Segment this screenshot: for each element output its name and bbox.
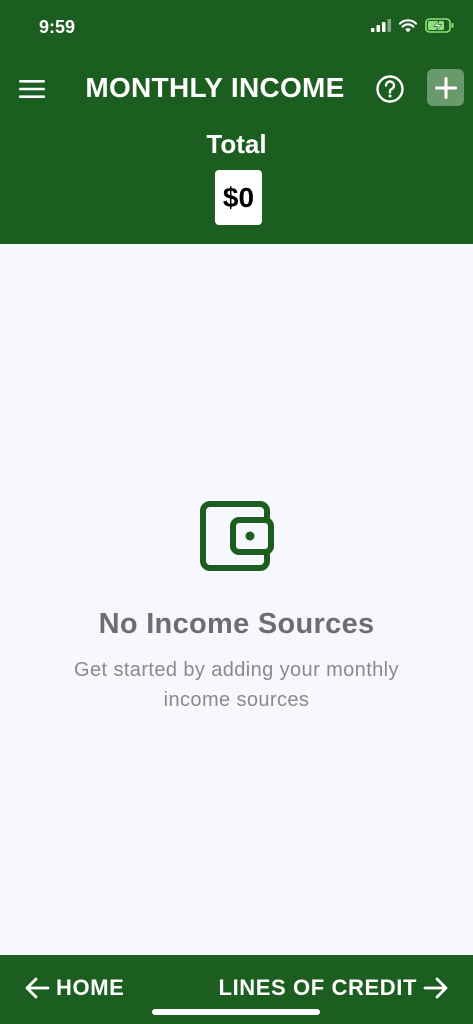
empty-state-title: No Income Sources	[98, 608, 375, 640]
cellular-signal-icon	[371, 19, 391, 32]
page-title: MONTHLY INCOME	[85, 72, 345, 103]
total-label: Total	[206, 129, 267, 159]
arrow-right-icon	[423, 977, 448, 999]
status-icons	[371, 18, 455, 33]
home-nav-label: HOME	[56, 975, 125, 1000]
toolbar: MONTHLY INCOME	[0, 66, 473, 112]
total-value: $0	[222, 181, 255, 213]
lines-of-credit-nav-label: LINES OF CREDIT	[218, 975, 417, 1000]
total-badge: $0	[215, 170, 262, 225]
app-header: 9:59 MONTHLY INCOME Total $0	[0, 0, 473, 244]
wallet-icon	[199, 501, 274, 571]
wifi-icon	[399, 18, 417, 32]
add-income-button[interactable]	[427, 69, 464, 106]
arrow-left-icon	[25, 977, 50, 999]
empty-state-subtitle: Get started by adding your monthly incom…	[74, 659, 399, 711]
plus-icon	[434, 76, 457, 99]
lines-of-credit-nav-button[interactable]: LINES OF CREDIT	[219, 975, 449, 1001]
battery-charging-icon	[425, 18, 454, 33]
bottom-navigation: HOME LINES OF CREDIT	[0, 955, 473, 1024]
help-circle-icon[interactable]	[375, 74, 405, 104]
home-nav-button[interactable]: HOME	[24, 975, 124, 1001]
status-bar: 9:59	[0, 0, 473, 56]
status-time: 9:59	[39, 17, 76, 37]
empty-state: No Income Sources Get started by adding …	[0, 500, 473, 715]
home-indicator	[152, 1009, 320, 1015]
